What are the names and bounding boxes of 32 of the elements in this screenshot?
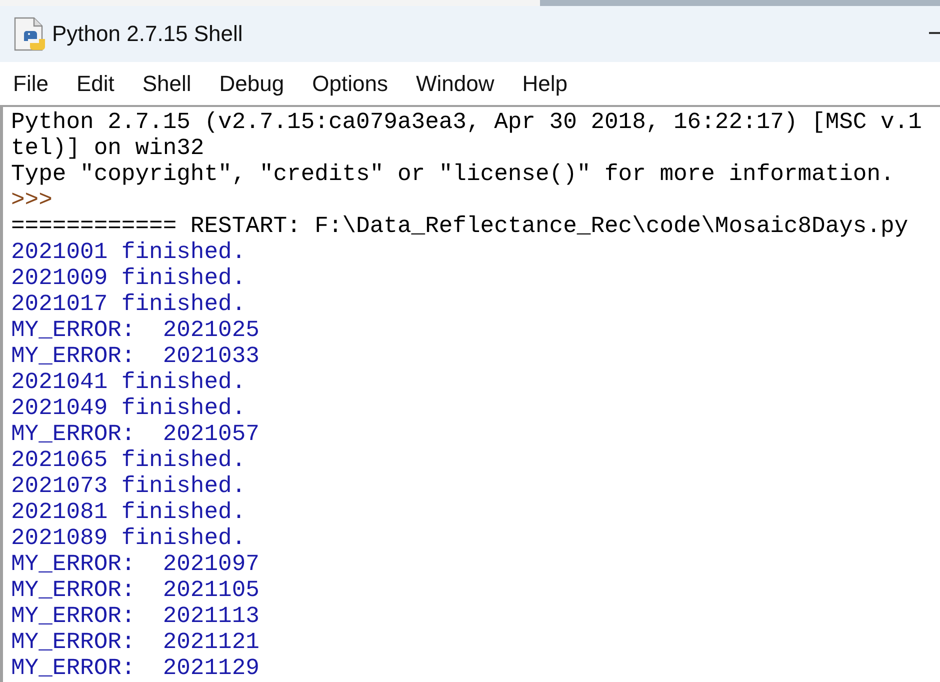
output-line: 2021065 finished. [11, 447, 246, 473]
menu-item[interactable]: Edit [62, 66, 128, 100]
menu-item[interactable]: Shell [128, 66, 206, 100]
output-line: MY_ERROR: 2021033 [11, 343, 260, 369]
output-line: 2021009 finished. [11, 265, 246, 291]
window-title: Python 2.7.15 Shell [52, 21, 243, 47]
output-line: MY_ERROR: 2021057 [11, 421, 260, 447]
menu-item[interactable]: File [0, 66, 62, 100]
output-line: MY_ERROR: 2021105 [11, 577, 260, 603]
banner-text: Type "copyright", "credits" or "license()" for more information. [11, 161, 894, 187]
document-icon [14, 17, 46, 51]
banner-text: tel)] on win32 [11, 135, 204, 161]
menu-item[interactable]: Help [508, 66, 582, 100]
output-line: 2021041 finished. [11, 369, 246, 395]
output-line: 2021089 finished. [11, 525, 246, 551]
restart-message: ============ RESTART: F:\Data_Reflectance_Rec\code\Mosaic8Days.py [11, 213, 908, 239]
menu-item[interactable]: Debug [205, 66, 298, 100]
output-line: 2021049 finished. [11, 395, 246, 421]
output-line: MY_ERROR: 2021121 [11, 629, 260, 655]
menu-item[interactable]: Window [402, 66, 508, 100]
output-line: MY_ERROR: 2021025 [11, 317, 260, 343]
prompt-text: >>> [11, 187, 52, 213]
output-line: 2021001 finished. [11, 239, 246, 265]
output-line: 2021073 finished. [11, 473, 246, 499]
shell-text-area[interactable] [0, 105, 940, 682]
output-line: MY_ERROR: 2021129 [11, 655, 260, 681]
output-line: 2021081 finished. [11, 499, 246, 525]
output-line: MY_ERROR: 2021113 [11, 603, 260, 629]
menu-item[interactable]: Options [298, 66, 402, 100]
output-line: MY_ERROR: 2021097 [11, 551, 260, 577]
output-line: 2021017 finished. [11, 291, 246, 317]
banner-text: Python 2.7.15 (v2.7.15:ca079a3ea3, Apr 30 2018, 16:22:17) [MSC v.1 [11, 109, 922, 135]
